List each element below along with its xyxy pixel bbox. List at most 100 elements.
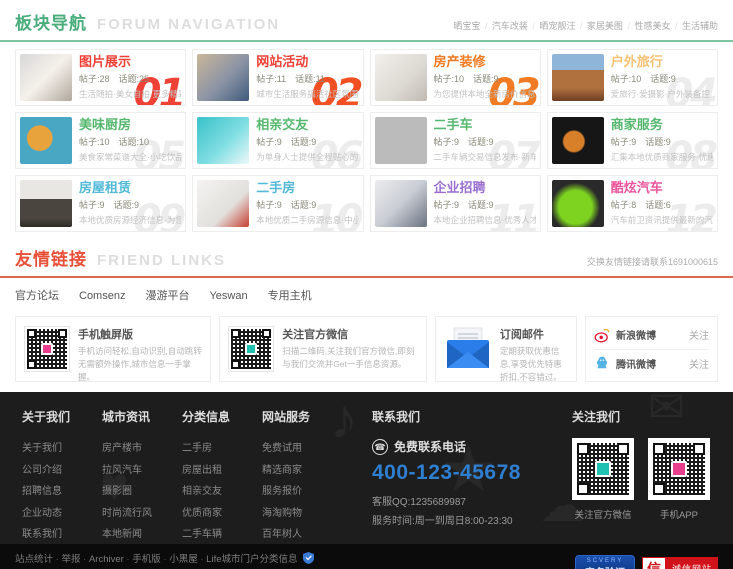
forum-card-topics-count: 话题:10 [118,137,150,147]
nav-top-link[interactable]: 汽车改装 [480,21,528,31]
forum-card-topics-count: 话题:9 [645,137,671,147]
footer-link[interactable]: 房屋出租 [182,460,262,482]
forum-card-title[interactable]: 房产装修 [434,54,536,70]
realname-verify-badge[interactable]: SCVERY 实名验证 [574,554,635,569]
forum-card-title[interactable]: 二手车 [434,117,536,133]
friend-link[interactable]: 官方论坛 [15,290,59,302]
sina-weibo-icon [594,328,610,343]
footer-link[interactable]: 优质商家 [182,503,262,525]
bottom-link[interactable]: 站点统计 [15,554,53,565]
footer-link[interactable]: 海淘购物 [262,503,342,525]
footer-link[interactable]: 相亲交友 [182,481,262,503]
forum-card-title[interactable]: 网站活动 [256,54,358,70]
wechat-qr-caption: 关注官方微信 [574,510,632,521]
forum-card-thumbnail [374,180,427,227]
friend-link[interactable]: Yeswan [209,290,247,302]
footer-link[interactable]: 免费试用 [262,438,342,460]
sina-weibo-label[interactable]: 新浪微博 [616,327,656,342]
sina-weibo-follow-link[interactable]: 关注 [689,327,709,342]
footer-link[interactable]: 二手房 [182,438,262,460]
footer-link[interactable]: 精选商家 [262,460,342,482]
forum-card[interactable]: 户外旅行 帖子:10 话题:9 爱旅行·爱摄影·户外装备控 04 [546,49,718,106]
nav-top-link[interactable]: 晒宝宝 [453,21,480,31]
forum-card-title[interactable]: 二手房 [256,180,358,196]
mobile-qr-code-icon [24,326,70,372]
footer-link[interactable]: 服务报价 [262,481,342,503]
bottom-link[interactable]: 小黑屋 [161,554,198,565]
bottom-link[interactable]: Archiver [80,554,123,565]
tencent-weibo-label[interactable]: 腾讯微博 [616,356,656,371]
forum-card[interactable]: 房屋租赁 帖子:9话题:9 本地优质房源经济信息·为您推荐 09 [15,175,187,232]
nav-top-link[interactable]: 家居美图 [575,21,623,31]
forum-card-thumbnail [551,180,604,227]
bottom-bar: 站点统计举报Archiver手机版小黑屋Life城市门户分类信息 Powered… [0,544,733,569]
forum-card[interactable]: 房产装修 帖子:10 话题:9 为您提供本地全新房价信息 03 [369,49,541,106]
footer-link[interactable]: 时尚流行风 [102,503,182,525]
forum-card[interactable]: 商家服务 帖子:9话题:9 汇集本地优质商家服务·优惠信息 08 [546,112,718,169]
forum-card[interactable]: 图片展示 帖子:28 话题:25 生活随拍·美女自拍·更多精彩 01 [15,49,187,106]
bottom-link[interactable]: 举报 [53,554,80,565]
forum-nav-subtitle: FORUM NAVIGATION [97,16,281,33]
trust-site-badge[interactable]: 信 诚信网站 [641,556,718,569]
forum-card-title[interactable]: 相亲交友 [256,117,358,133]
footer-link[interactable]: 公司介绍 [22,460,102,482]
forum-card-topics-count: 话题:9 [473,74,499,84]
forum-card-thumbnail [20,54,72,101]
forum-card-stats: 帖子:28 话题:25 [79,72,181,85]
footer-link[interactable]: 百年树人 [262,524,342,544]
forum-card[interactable]: 二手房 帖子:9话题:9 本地优质二手房源信息·中小户型 10 [192,175,364,232]
forum-card-title[interactable]: 图片展示 [79,54,181,70]
bottom-link[interactable]: 手机版 [124,554,161,565]
forum-card-title[interactable]: 房屋租赁 [79,180,181,196]
forum-card-title[interactable]: 企业招聘 [434,180,536,196]
forum-card-title[interactable]: 商家服务 [611,117,713,133]
tencent-weibo-row[interactable]: 腾讯微博 关注 [594,348,709,378]
footer-link[interactable]: 招聘信息 [22,481,102,503]
footer-link[interactable]: 摄影圈 [102,481,182,503]
forum-card-topics-count: 话题:9 [468,200,494,210]
footer-column: 关于我们 关于我们 公司介绍 招聘信息 企业动态 联系我们 [22,408,102,544]
forum-card[interactable]: 二手车 帖子:9话题:9 二手车辆交易信息发布·新车资讯 07 [369,112,541,169]
forum-card[interactable]: 网站活动 帖子:11 话题:11 城市生活服务搞活社区氛围 02 [192,49,364,106]
footer-link[interactable]: 企业动态 [22,503,102,525]
forum-card-description: 为单身人士提供全程贴心的服务 [256,152,359,162]
footer-link[interactable]: 联系我们 [22,524,102,544]
forum-card[interactable]: 相亲交友 帖子:9话题:9 为单身人士提供全程贴心的服务 06 [192,112,364,169]
forum-card[interactable]: 酷炫汽车 帖子:8 话题:6 汽车前卫资讯提供最新的汽车 12 [546,175,718,232]
forum-card[interactable]: 美味厨房 帖子:10 话题:10 美食家常菜谱大全·小吃饮品 05 [15,112,187,169]
mail-box-desc: 定期获取优惠信息,享受优先特惠折扣,不容错过。 [499,346,562,382]
footer-link[interactable]: 房产楼市 [102,438,182,460]
footer-link[interactable]: 关于我们 [22,438,102,460]
app-footer-qr-logo [671,461,687,477]
forum-card[interactable]: 企业招聘 帖子:9 话题:9 本地企业招聘信息·优秀人才 11 [369,175,541,232]
nav-top-link[interactable]: 晒宠靓汪 [528,21,576,31]
forum-card-stats: 帖子:10 话题:9 [611,72,710,85]
footer-link[interactable]: 二手车辆 [182,524,262,544]
friend-link[interactable]: 漫游平台 [145,290,189,302]
nav-top-link[interactable]: 性感美女 [623,21,671,31]
forum-card-topics-count: 话题:9 [290,200,317,210]
footer-column: 城市资讯 房产楼市 拉风汽车 摄影圈 时尚流行风 本地新闻 [102,408,182,544]
info-boxes: 手机触屏版 手机访问轻松,自动识别,自动跳转无需额外操作,城市信息一手掌握。 关… [15,316,718,382]
mail-box-title: 订阅邮件 [499,329,544,341]
friend-link[interactable]: 专用主机 [268,290,312,302]
forum-card-stats: 帖子:9 话题:9 [434,135,536,148]
footer-column-heading: 关于我们 [22,410,71,424]
mobile-box-title: 手机触屏版 [78,329,133,341]
footer-link[interactable]: 拉风汽车 [102,460,182,482]
mobile-version-box[interactable]: 手机触屏版 手机访问轻松,自动识别,自动跳转无需额外操作,城市信息一手掌握。 [15,316,212,382]
sina-weibo-row[interactable]: 新浪微博 关注 [594,321,709,349]
forum-card-title[interactable]: 酷炫汽车 [611,180,713,196]
forum-card-title[interactable]: 户外旅行 [611,54,710,70]
mail-subscribe-box[interactable]: 订阅邮件 定期获取优惠信息,享受优先特惠折扣,不容错过。 [434,316,578,382]
footer-link[interactable]: 本地新闻 [102,524,182,544]
forum-card-stats: 帖子:9 话题:9 [611,135,713,148]
friend-links-header: 友情链接 FRIEND LINKS 交换友情链接请联系1691000615 [0,236,733,278]
shield-icon [302,552,314,565]
forum-card-title[interactable]: 美味厨房 [79,117,181,133]
bottom-link[interactable]: Life城市门户分类信息 [198,554,298,565]
friend-link[interactable]: Comsenz [79,290,125,302]
nav-top-link[interactable]: 生活辅助 [670,21,718,31]
tencent-weibo-follow-link[interactable]: 关注 [689,356,709,371]
wechat-box[interactable]: 关注官方微信 扫描二维码,关注我们官方微信,即刻与我们交流并Get一手信息资源。 [219,316,427,382]
